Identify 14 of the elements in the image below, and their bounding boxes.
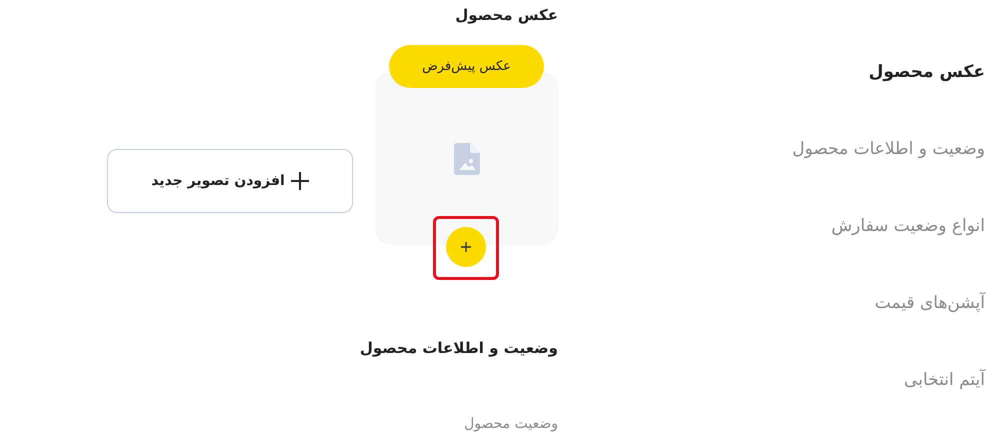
add-button[interactable] <box>446 227 486 267</box>
section-title: عکس محصول <box>455 5 558 26</box>
sidebar-item[interactable]: وضعیت و اطلاعات محصول <box>745 138 985 160</box>
add-image-button[interactable]: افزودن تصویر جدید <box>107 149 353 213</box>
sidebar-item[interactable]: انواع وضعیت سفارش <box>745 215 985 237</box>
sidebar-item[interactable]: عکس محصول <box>745 61 985 83</box>
sidebar-item[interactable]: آیتم انتخابی <box>745 369 985 391</box>
default-photo-badge: عکس پیش‌فرض <box>389 45 544 88</box>
plus-icon <box>461 242 471 252</box>
field-label: وضعیت محصول <box>464 415 558 434</box>
section-title: وضعیت و اطلاعات محصول <box>360 338 558 359</box>
plus-icon <box>290 172 309 190</box>
image-file-icon <box>454 142 480 174</box>
sidebar-item[interactable]: آپشن‌های قیمت <box>745 292 985 314</box>
